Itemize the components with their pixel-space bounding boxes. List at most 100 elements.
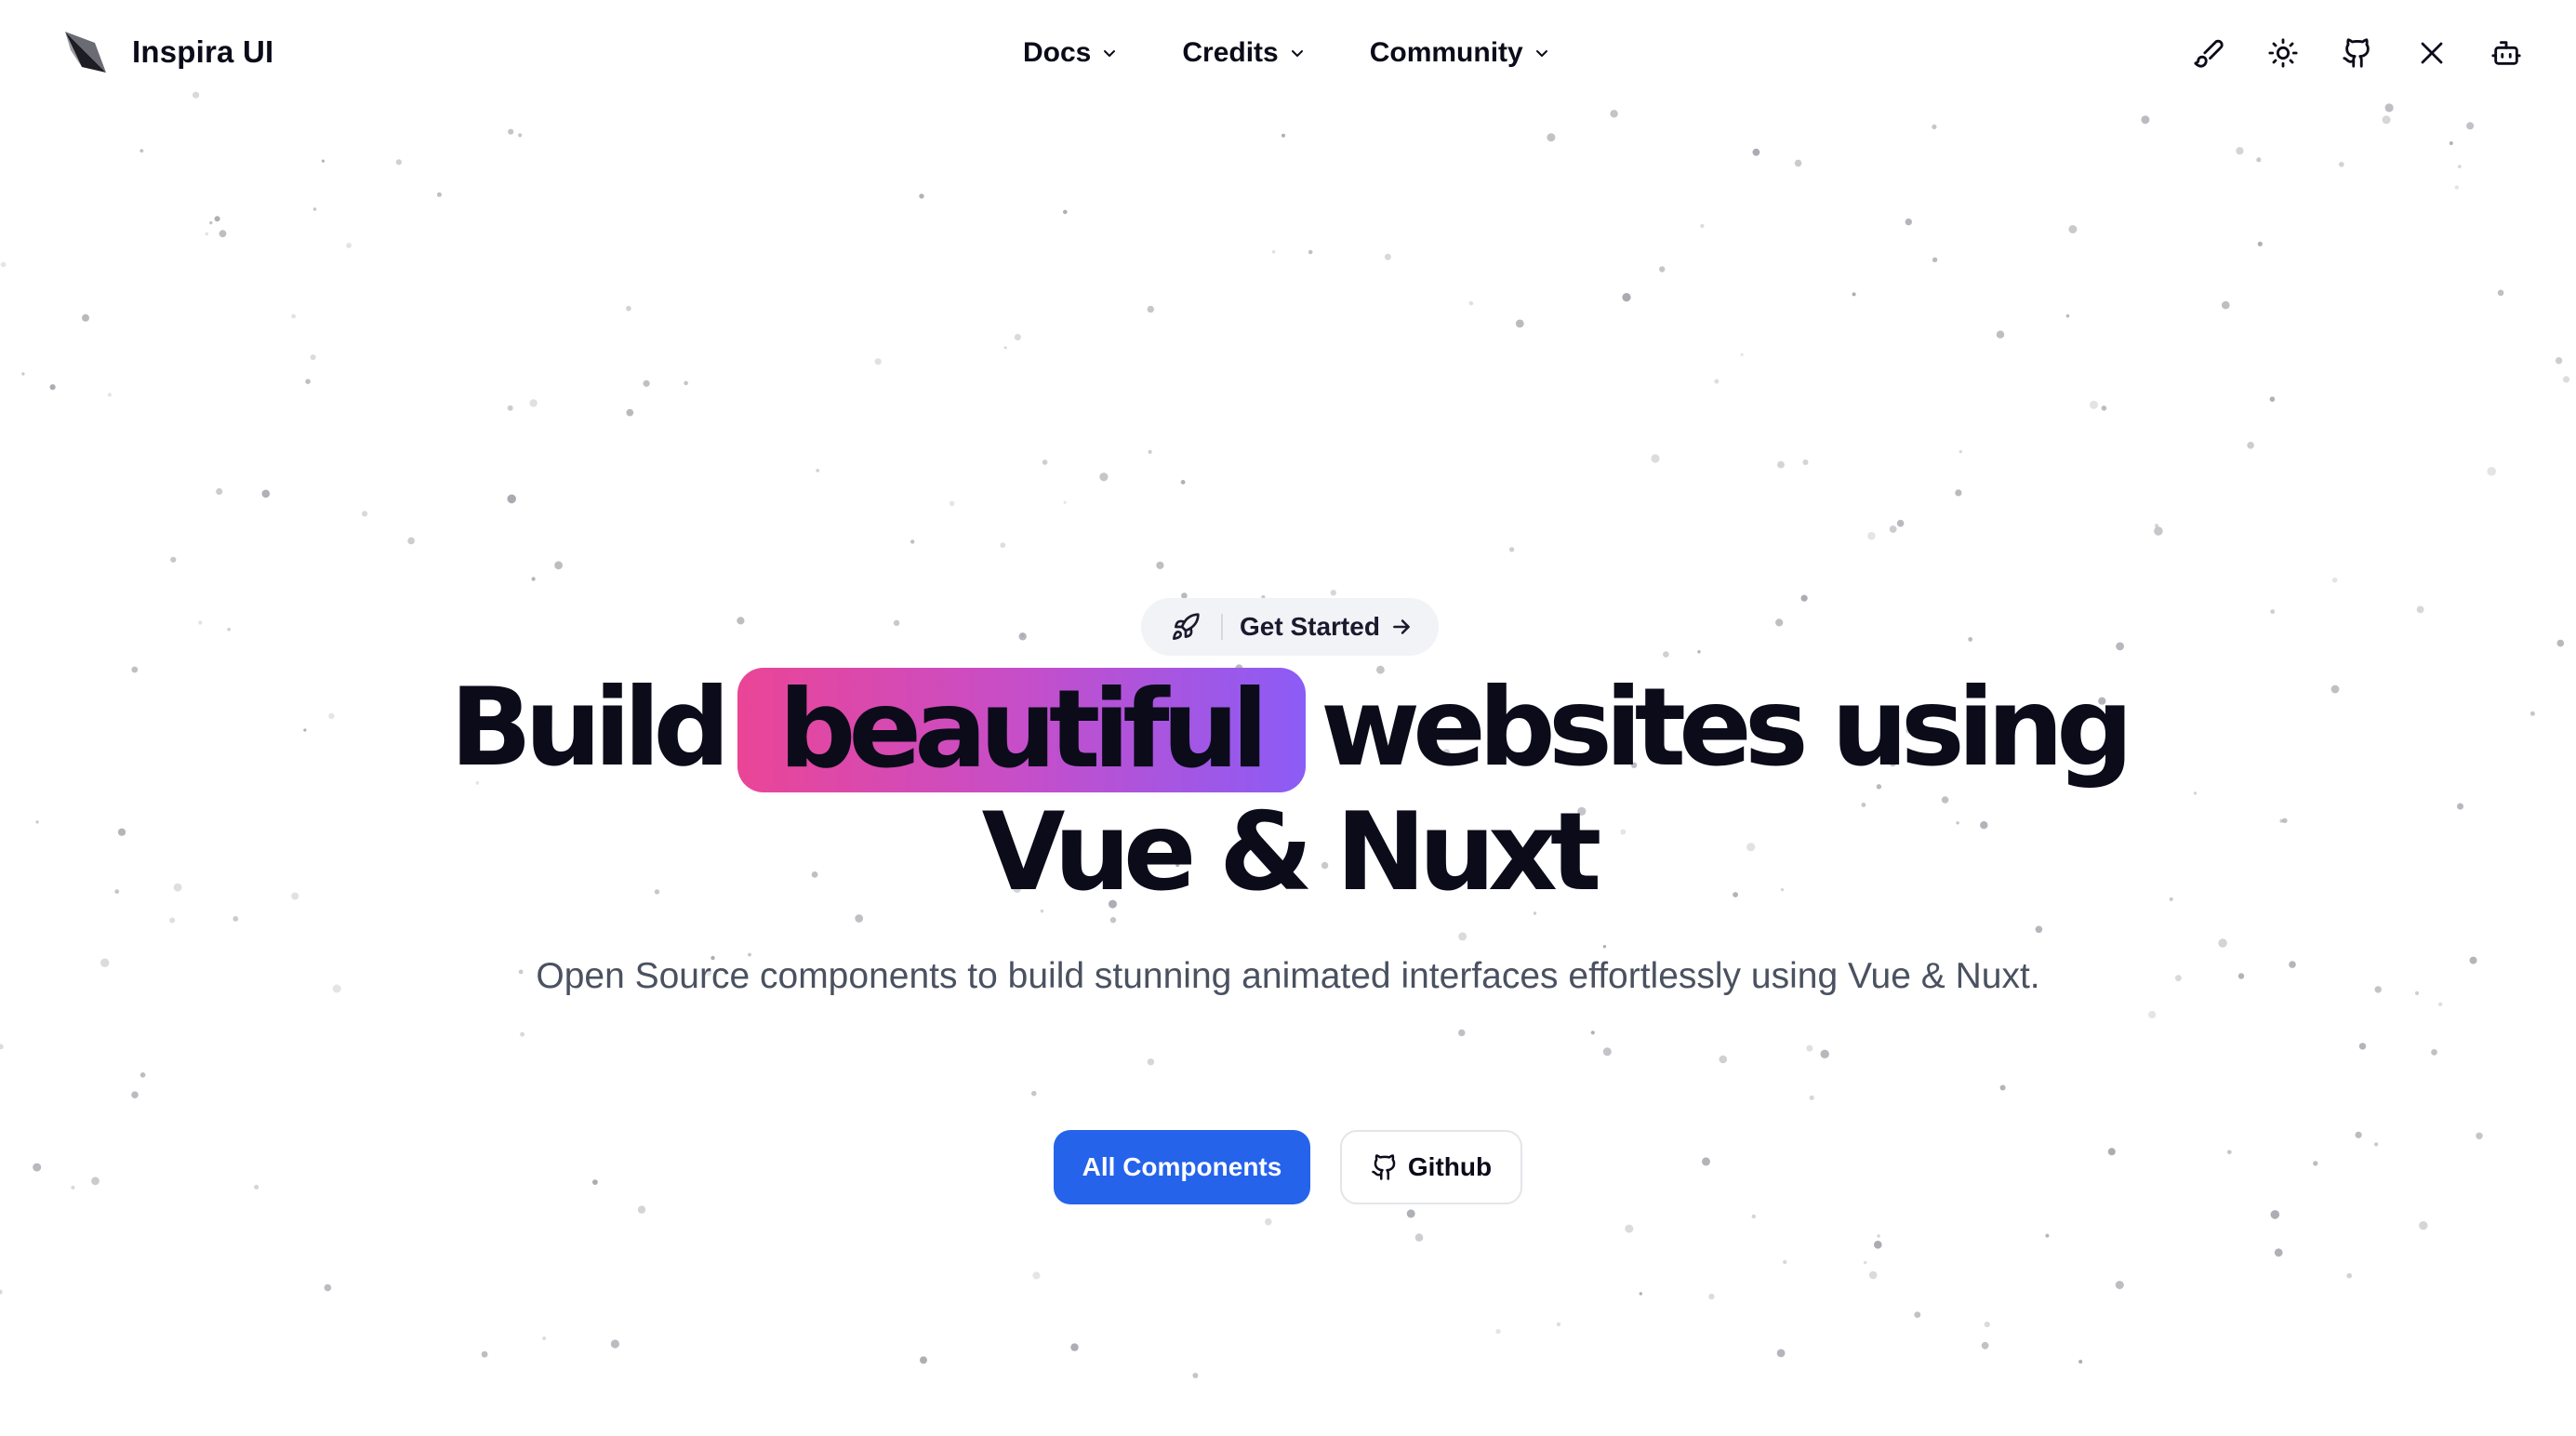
particle-dot — [1468, 300, 1474, 306]
headline-line-1: Build beautiful websites using — [0, 668, 2576, 792]
particle-dot — [1099, 472, 1109, 482]
particle-dot — [920, 1356, 927, 1364]
particle-dot — [209, 220, 213, 225]
particle-dot — [1874, 1241, 1882, 1249]
particle-dot — [2035, 925, 2043, 934]
particle-dot — [216, 487, 223, 496]
particle-dot — [395, 159, 402, 166]
particle-dot — [1330, 590, 1337, 596]
particle-dot — [1932, 124, 1937, 129]
particle-dot — [2141, 115, 2150, 125]
particle-dot — [1820, 1049, 1829, 1059]
particle-dot — [362, 511, 368, 517]
particle-dot — [1719, 1055, 1728, 1064]
hero-headline: Build beautiful websites using Vue & Nuxt — [0, 668, 2576, 913]
particle-dot — [139, 149, 144, 153]
particle-dot — [610, 1339, 620, 1349]
particle-dot — [1147, 305, 1155, 313]
particle-dot — [1777, 460, 1785, 469]
particle-dot — [2256, 157, 2262, 163]
particle-dot — [1031, 1090, 1037, 1097]
particle-dot — [21, 372, 25, 376]
particle-dot — [1896, 519, 1905, 527]
chevron-down-icon — [1102, 46, 1117, 60]
particle-dot — [1384, 253, 1391, 260]
nav-docs[interactable]: Docs — [1023, 37, 1117, 69]
particle-dot — [291, 313, 296, 319]
particle-dot — [2469, 956, 2477, 964]
particle-dot — [1751, 1214, 1757, 1219]
particle-dot — [1863, 1260, 1867, 1265]
particle-dot — [1877, 1234, 1880, 1238]
particle-dot — [227, 627, 232, 632]
particle-dot — [1109, 917, 1117, 924]
github-button[interactable]: Github — [1340, 1130, 1522, 1204]
particle-dot — [1852, 292, 1856, 297]
particle-dot — [2237, 973, 2245, 979]
nav-community[interactable]: Community — [1370, 37, 1549, 69]
arrow-right-icon — [1389, 615, 1414, 639]
particle-dot — [1063, 209, 1068, 215]
particle-dot — [1147, 1058, 1155, 1066]
particle-dot — [919, 193, 924, 199]
particle-dot — [2419, 1221, 2428, 1230]
particle-dot — [637, 1205, 646, 1214]
particle-dot — [1508, 547, 1515, 552]
nav-community-label: Community — [1369, 37, 1523, 68]
particle-dot — [332, 984, 341, 993]
particle-dot — [2556, 639, 2565, 647]
particle-dot — [1458, 932, 1467, 941]
particle-dot — [520, 1031, 525, 1037]
particle-dot — [816, 469, 819, 472]
get-started-pill[interactable]: Get Started — [1141, 598, 1439, 656]
particle-dot — [131, 1091, 139, 1098]
particle-dot — [198, 620, 203, 625]
particle-dot — [321, 159, 325, 163]
particle-dot — [1556, 1322, 1561, 1327]
particle-dot — [2236, 147, 2244, 155]
particle-dot — [82, 313, 89, 322]
rocket-icon — [1169, 610, 1202, 644]
particle-dot — [643, 379, 650, 387]
particle-dot — [1414, 1233, 1424, 1242]
all-components-button[interactable]: All Components — [1054, 1130, 1310, 1204]
headline-highlight: beautiful — [737, 668, 1306, 792]
particle-dot — [1308, 249, 1313, 255]
x-social-link[interactable] — [2409, 30, 2455, 76]
theme-customizer-button[interactable] — [2185, 30, 2232, 76]
particle-dot — [1003, 346, 1007, 350]
pill-divider — [1221, 614, 1223, 640]
particle-dot — [1889, 525, 1897, 533]
theme-toggle-button[interactable] — [2260, 30, 2306, 76]
chevron-down-icon — [1290, 46, 1305, 60]
particle-dot — [1156, 561, 1164, 570]
discord-link[interactable] — [2483, 30, 2530, 76]
particle-dot — [2374, 986, 2382, 993]
particle-dot — [855, 914, 864, 923]
get-started-label: Get Started — [1240, 612, 1380, 641]
particle-dot — [1495, 1328, 1501, 1335]
particle-dot — [507, 405, 513, 411]
particle-dot — [1281, 133, 1285, 138]
nav-credits[interactable]: Credits — [1182, 37, 1304, 69]
particle-dot — [626, 305, 631, 312]
nav-docs-label: Docs — [1023, 37, 1092, 68]
main-nav: Docs Credits Community — [1023, 30, 1614, 76]
particle-dot — [2065, 313, 2070, 318]
particle-dot — [1032, 1271, 1041, 1280]
particle-dot — [2269, 396, 2276, 403]
particle-dot — [436, 192, 442, 197]
github-link[interactable] — [2334, 30, 2381, 76]
particle-dot — [346, 243, 352, 248]
particle-dot — [542, 1336, 547, 1340]
particle-dot — [1602, 1047, 1612, 1057]
particle-dot — [1271, 249, 1276, 254]
particle-dot — [1806, 1044, 1813, 1052]
github-button-label: Github — [1407, 1152, 1493, 1181]
brand-logo-link[interactable]: Inspira UI — [63, 28, 273, 76]
particle-dot — [1148, 449, 1152, 454]
particle-dot — [2437, 1002, 2443, 1007]
particle-dot — [2339, 162, 2344, 167]
particle-dot — [2449, 141, 2453, 145]
particle-dot — [2331, 578, 2338, 583]
